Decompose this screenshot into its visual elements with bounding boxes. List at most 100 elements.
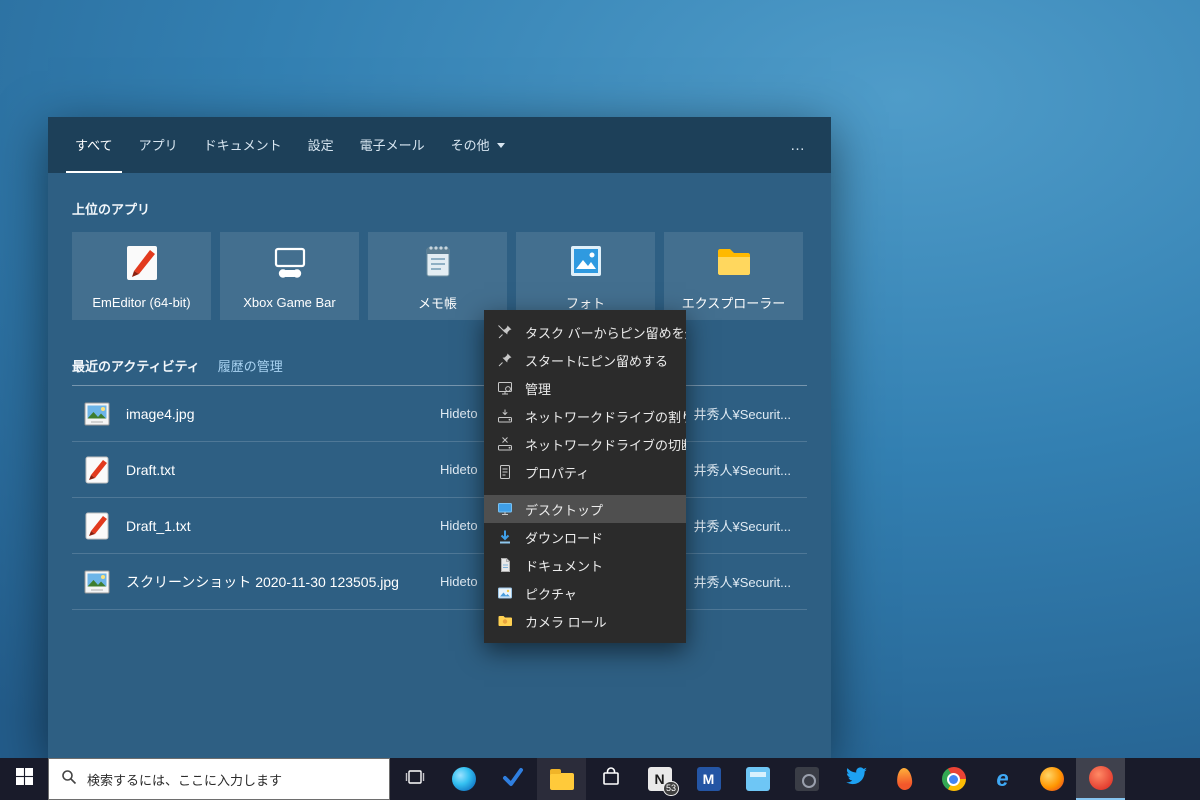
taskbar-app-flame[interactable] (880, 758, 929, 800)
taskbar-app-blue-window[interactable] (733, 758, 782, 800)
recent-item-draft[interactable]: Draft.txt Hideto 井秀人¥Securit... (72, 442, 807, 498)
menu-item-map-network-drive[interactable]: ネットワークドライブの割り当て (484, 402, 686, 430)
top-apps-header: 上位のアプリ (72, 202, 151, 217)
recent-item-draft1[interactable]: Draft_1.txt Hideto 井秀人¥Securit... (72, 498, 807, 554)
m-app-icon: M (696, 767, 721, 791)
recent-item-screenshot[interactable]: スクリーンショット 2020-11-30 123505.jpg Hideto 井… (72, 554, 807, 610)
overflow-menu-button[interactable]: … (784, 117, 813, 173)
menu-item-label: ピクチャ (525, 586, 577, 602)
image-file-icon (82, 567, 112, 597)
emeditor-icon (122, 243, 162, 288)
menu-item-label: デスクトップ (525, 502, 604, 518)
file-explorer-icon (549, 769, 574, 790)
top-app-tile-notepad[interactable]: メモ帳 (368, 232, 507, 320)
taskbar-app-edge[interactable] (439, 758, 488, 800)
menu-item-documents[interactable]: ドキュメント (484, 551, 686, 579)
menu-item-disconnect-network-drive[interactable]: ネットワークドライブの切断 (484, 430, 686, 458)
desktop-folder-icon (497, 501, 513, 517)
top-app-tile-explorer[interactable]: エクスプローラー (664, 232, 803, 320)
image-file-icon (82, 399, 112, 429)
manage-icon (497, 380, 513, 396)
file-explorer-icon (714, 241, 754, 286)
store-icon (601, 766, 621, 793)
photos-icon (566, 241, 606, 286)
file-path-fragment: 井秀人¥Securit... (693, 407, 791, 422)
tile-label: EmEditor (64-bit) (92, 294, 191, 310)
twitter-icon (845, 767, 867, 791)
e-app-icon: e (996, 766, 1009, 791)
emeditor-file-icon (82, 511, 112, 541)
taskbar-app-chrome[interactable] (929, 758, 978, 800)
menu-item-label: ダウンロード (525, 530, 604, 546)
file-name: image4.jpg (126, 405, 195, 422)
menu-item-label: プロパティ (525, 465, 590, 481)
menu-item-label: ネットワークドライブの割り当て (525, 409, 686, 425)
notepad-icon (418, 241, 458, 286)
recent-item-image4[interactable]: image4.jpg Hideto 井秀人¥Securit... (72, 386, 807, 442)
tab-label: その他 (450, 137, 490, 153)
menu-item-properties[interactable]: プロパティ (484, 458, 686, 486)
tab-documents[interactable]: ドキュメント (195, 117, 291, 173)
windows-logo-icon (15, 768, 33, 790)
menu-item-desktop[interactable]: デスクトップ (484, 495, 686, 523)
blue-window-icon (745, 767, 770, 791)
tab-apps[interactable]: アプリ (130, 117, 187, 173)
taskbar-app-dark[interactable] (782, 758, 831, 800)
taskbar-app-file-explorer[interactable] (537, 758, 586, 800)
notification-badge: 53 (662, 781, 679, 796)
tab-label: 設定 (307, 137, 334, 153)
taskbar-app-m[interactable]: M (684, 758, 733, 800)
documents-folder-icon (497, 557, 513, 573)
chevron-down-icon (496, 142, 505, 148)
top-app-tile-photos[interactable]: フォト (516, 232, 655, 320)
file-name: Draft_1.txt (126, 517, 191, 534)
file-path-fragment: Hideto (440, 462, 478, 477)
top-app-tile-xbox-game-bar[interactable]: Xbox Game Bar (220, 232, 359, 320)
chrome-icon (941, 767, 966, 791)
xbox-game-bar-icon (270, 243, 310, 288)
tab-label: アプリ (138, 137, 178, 153)
manage-history-link[interactable]: 履歴の管理 (218, 356, 283, 375)
menu-item-unpin-from-taskbar[interactable]: タスク バーからピン留めを外す (484, 318, 686, 346)
menu-item-pin-to-start[interactable]: スタートにピン留めする (484, 346, 686, 374)
taskbar-search-box[interactable]: 検索するには、ここに入力します (48, 758, 390, 800)
taskbar-app-twitter[interactable] (831, 758, 880, 800)
menu-item-manage[interactable]: 管理 (484, 374, 686, 402)
pictures-folder-icon (497, 585, 513, 601)
tile-label: Xbox Game Bar (243, 294, 336, 310)
tile-label: メモ帳 (417, 295, 457, 311)
emeditor-file-icon (82, 455, 112, 485)
pin-icon (497, 352, 513, 368)
tab-more[interactable]: その他 (442, 117, 514, 173)
file-path-fragment: 井秀人¥Securit... (693, 519, 791, 534)
menu-item-pictures[interactable]: ピクチャ (484, 579, 686, 607)
m-glyph: M (702, 771, 715, 787)
tab-email[interactable]: 電子メール (351, 117, 434, 173)
tab-all[interactable]: すべて (66, 117, 122, 173)
taskbar-app-e[interactable]: e (978, 758, 1027, 800)
taskbar-app-store[interactable] (586, 758, 635, 800)
edge-icon (451, 767, 476, 791)
map-network-drive-icon (497, 408, 513, 424)
top-app-tile-emeditor[interactable]: EmEditor (64-bit) (72, 232, 211, 320)
taskbar-app-blue-check[interactable] (488, 758, 537, 800)
taskbar-app-firefox[interactable] (1027, 758, 1076, 800)
menu-item-camera-roll[interactable]: カメラ ロール (484, 607, 686, 635)
file-path-fragment: Hideto (440, 518, 478, 533)
ellipsis-icon: … (790, 136, 807, 154)
top-apps-tiles: EmEditor (64-bit) Xbox Game Bar メモ帳 フォト (72, 232, 807, 320)
explorer-jump-list-menu: タスク バーからピン留めを外す スタートにピン留めする 管理 ネットワークドライ… (484, 310, 686, 643)
file-name: スクリーンショット 2020-11-30 123505.jpg (126, 573, 399, 590)
menu-item-downloads[interactable]: ダウンロード (484, 523, 686, 551)
start-button[interactable] (0, 758, 48, 800)
taskbar-app-n[interactable]: N 53 (635, 758, 684, 800)
menu-item-label: タスク バーからピン留めを外す (525, 325, 686, 341)
taskbar-app-active[interactable] (1076, 758, 1125, 800)
file-path-fragment: 井秀人¥Securit... (693, 463, 791, 478)
tab-settings[interactable]: 設定 (299, 117, 343, 173)
downloads-folder-icon (497, 529, 513, 545)
task-view-button[interactable] (390, 758, 439, 800)
menu-separator (484, 486, 686, 495)
tab-label: 電子メール (359, 137, 425, 153)
dark-app-icon (794, 767, 819, 791)
